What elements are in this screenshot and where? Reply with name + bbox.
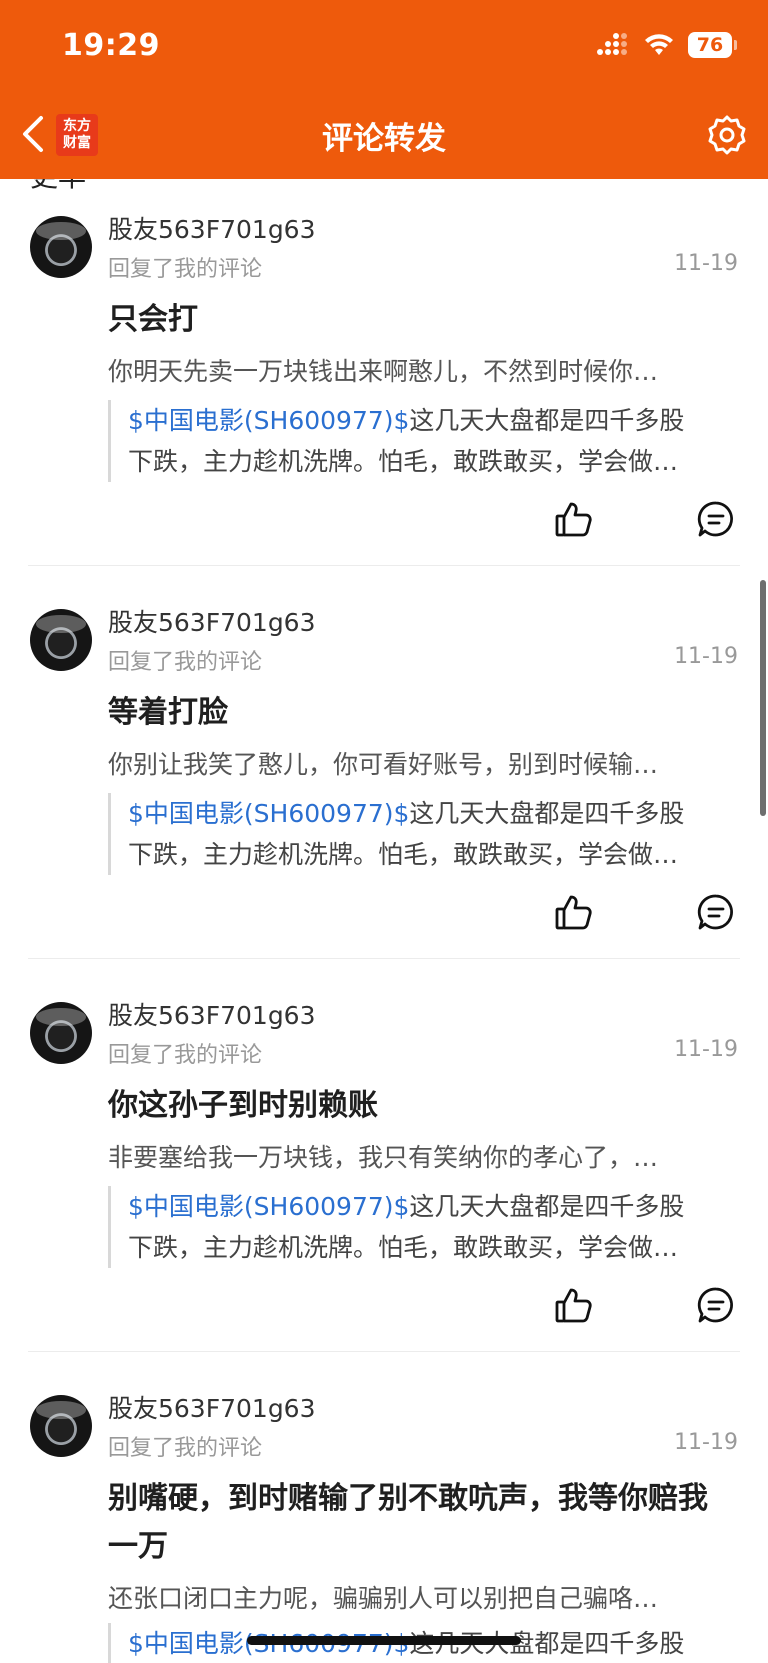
reply-action-label: 回复了我的评论	[108, 1043, 263, 1068]
comment-text: 别嘴硬，到时赌输了别不敢吭声，我等你赔我一万	[108, 1481, 708, 1564]
comment-date: 11-19	[674, 1037, 738, 1062]
my-comment-text[interactable]: 非要塞给我一万块钱，我只有笑纳你的孝心了，…	[108, 1138, 718, 1174]
divider	[28, 1351, 740, 1352]
quote-text: 这几天大盘都是四千多股	[409, 406, 685, 435]
divider	[28, 565, 740, 566]
scrollbar[interactable]	[760, 580, 766, 816]
status-time: 19:29	[62, 28, 160, 63]
quote-text-line2: 下跌，主力趁机洗牌。怕毛，敢跌敢买，学会做…	[128, 447, 679, 476]
comment-text: 你这孙子到时别赖账	[108, 1088, 378, 1123]
reply-button[interactable]	[696, 892, 736, 932]
my-comment-text[interactable]: 你明天先卖一万块钱出来啊憨儿，不然到时候你…	[108, 352, 718, 388]
username[interactable]: 股友563F701g63	[108, 210, 316, 246]
gear-icon	[708, 115, 746, 155]
reply-action-label: 回复了我的评论	[108, 1436, 263, 1461]
like-button[interactable]	[554, 892, 594, 932]
username[interactable]: 股友563F701g63	[108, 996, 316, 1032]
stock-link[interactable]: $中国电影(SH600977)$	[128, 799, 409, 828]
comment-item[interactable]: 股友563F701g63 回复了我的评论 11-19 别嘴硬，到时赌输了别不敢吭…	[0, 1351, 768, 1663]
quote-text: 这几天大盘都是四千多股	[409, 1192, 685, 1221]
like-button[interactable]	[554, 499, 594, 539]
stock-link[interactable]: $中国电影(SH600977)$	[128, 406, 409, 435]
username[interactable]: 股友563F701g63	[108, 603, 316, 639]
status-icons: 76	[596, 32, 737, 58]
comment-bubble-icon	[697, 501, 733, 537]
like-button[interactable]	[554, 1285, 594, 1325]
settings-button[interactable]	[706, 114, 748, 156]
divider	[28, 958, 740, 959]
avatar[interactable]	[30, 1002, 92, 1064]
comment-date: 11-19	[674, 1430, 738, 1455]
signal-icon	[597, 33, 627, 55]
comment-bubble-icon	[697, 1287, 733, 1323]
quoted-post[interactable]: $中国电影(SH600977)$这几天大盘都是四千多股 下跌，主力趁机洗牌。怕毛…	[108, 400, 754, 482]
avatar[interactable]	[30, 609, 92, 671]
comment-list[interactable]: 更早 股友563F701g63 回复了我的评论 11-19 只会打 你明天先卖一…	[0, 179, 768, 1663]
reply-button[interactable]	[696, 499, 736, 539]
battery-icon: 76	[688, 32, 737, 58]
reply-action-label: 回复了我的评论	[108, 257, 263, 282]
comment-item[interactable]: 股友563F701g63 回复了我的评论 11-19 你这孙子到时别赖账 非要塞…	[0, 958, 768, 1351]
quote-text: 这几天大盘都是四千多股	[409, 799, 685, 828]
quote-text-line2: 下跌，主力趁机洗牌。怕毛，敢跌敢买，学会做…	[128, 840, 679, 869]
username[interactable]: 股友563F701g63	[108, 1389, 316, 1425]
reply-action-label: 回复了我的评论	[108, 650, 263, 675]
page-title: 评论转发	[322, 121, 446, 157]
reply-button[interactable]	[696, 1285, 736, 1325]
avatar[interactable]	[30, 216, 92, 278]
quote-text-line2: 下跌，主力趁机洗牌。怕毛，敢跌敢买，学会做…	[128, 1233, 679, 1262]
thumbs-up-icon	[555, 502, 592, 537]
thumbs-up-icon	[555, 895, 592, 930]
my-comment-text[interactable]: 你别让我笑了憨儿，你可看好账号，别到时候输…	[108, 745, 718, 781]
comment-text: 只会打	[108, 302, 198, 337]
quoted-post[interactable]: $中国电影(SH600977)$这几天大盘都是四千多股 下跌，主力趁机洗牌。怕毛…	[108, 793, 754, 875]
comment-date: 11-19	[674, 644, 738, 669]
avatar[interactable]	[30, 1395, 92, 1457]
comment-item[interactable]: 股友563F701g63 回复了我的评论 11-19 等着打脸 你别让我笑了憨儿…	[0, 565, 768, 958]
home-indicator[interactable]	[247, 1636, 521, 1645]
thumbs-up-icon	[555, 1288, 592, 1323]
comment-item[interactable]: 股友563F701g63 回复了我的评论 11-19 只会打 你明天先卖一万块钱…	[0, 179, 768, 565]
wifi-icon	[645, 34, 673, 55]
stock-link[interactable]: $中国电影(SH600977)$	[128, 1192, 409, 1221]
quoted-post[interactable]: $中国电影(SH600977)$这几天大盘都是四千多股 下跌，主力趁机洗牌。怕毛…	[108, 1186, 754, 1268]
header-bar: 19:29 76 东方 财富 评论转发	[0, 0, 768, 179]
comment-text: 等着打脸	[108, 695, 228, 730]
comment-bubble-icon	[697, 894, 733, 930]
my-comment-text[interactable]: 还张口闭口主力呢，骗骗别人可以别把自己骗咯…	[108, 1579, 718, 1615]
comment-date: 11-19	[674, 251, 738, 276]
